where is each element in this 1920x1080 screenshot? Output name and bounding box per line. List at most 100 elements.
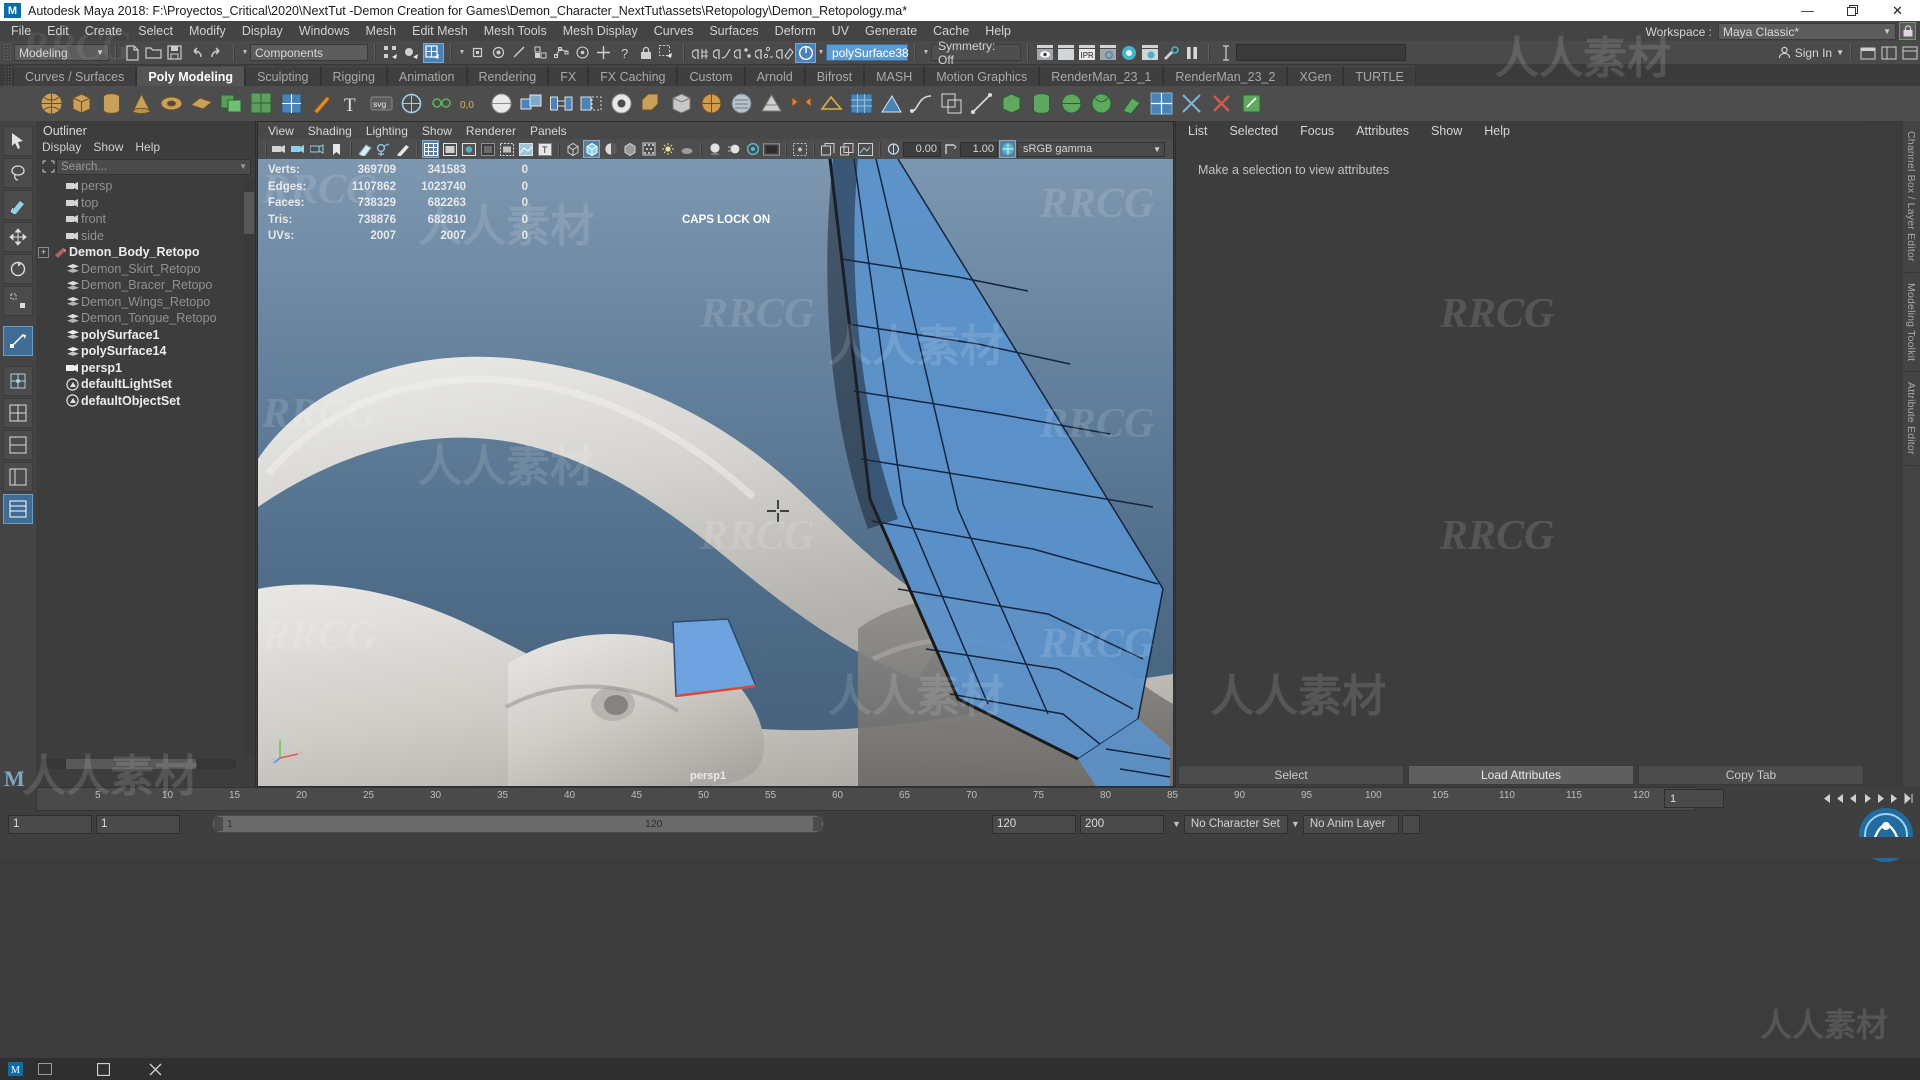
selection-mask-dropdown[interactable]: Components [250, 44, 368, 61]
character-set-dropdown[interactable]: No Character Set [1183, 814, 1288, 834]
outliner-row-side[interactable]: side [36, 228, 255, 245]
ae-menu-show[interactable]: Show [1431, 124, 1462, 138]
two-sided-lighting-icon[interactable] [678, 140, 695, 158]
menu-item-select[interactable]: Select [130, 21, 181, 41]
gamma-value-field[interactable]: 1.00 [960, 141, 998, 157]
polygon-booleans-icon[interactable] [217, 89, 245, 118]
character-set-arrow-icon[interactable]: ▼ [1172, 819, 1181, 829]
menu-item-file[interactable]: File [3, 21, 39, 41]
anim-layer-arrow-icon[interactable]: ▼ [1291, 819, 1300, 829]
outliner-row-persp1[interactable]: persp1 [36, 360, 255, 377]
lock-camera-icon[interactable] [290, 140, 307, 158]
curve-tool-icon[interactable] [907, 89, 935, 118]
poly-sphere-green-icon[interactable] [1057, 89, 1085, 118]
outliner-row-polysurface14[interactable]: polySurface14 [36, 343, 255, 360]
shadows-icon[interactable] [602, 140, 619, 158]
sign-in-button[interactable]: Sign In ▼ [1778, 46, 1844, 60]
sculpt-target-icon[interactable] [397, 89, 425, 118]
save-layout-button[interactable] [1878, 43, 1899, 63]
uv-editor-icon[interactable] [877, 89, 905, 118]
grab-viewport-icon[interactable] [857, 140, 874, 158]
remesh-icon[interactable] [727, 89, 755, 118]
snap-to-projected-center-button[interactable] [753, 43, 774, 63]
go-to-start-icon[interactable] [1819, 789, 1832, 807]
component-mask-arrow-icon[interactable]: ▼ [457, 49, 467, 56]
snap-mode-button[interactable] [3, 366, 33, 396]
outliner-menu-display[interactable]: Display [42, 140, 88, 154]
multi-cut-icon[interactable] [307, 89, 335, 118]
open-scene-button[interactable] [143, 43, 164, 63]
chevron-down-icon[interactable]: ▼ [239, 162, 247, 171]
outliner-row-demon-tongue-retopo[interactable]: Demon_Tongue_Retopo [36, 310, 255, 327]
restore-layout-button[interactable] [1899, 43, 1920, 63]
polygon-cone-icon[interactable] [127, 89, 155, 118]
outliner-row-demon-body-retopo[interactable]: + Demon_Body_Retopo [36, 244, 255, 261]
new-scene-button[interactable] [122, 43, 143, 63]
scale-tool-button[interactable] [3, 286, 33, 316]
outliner-search-input[interactable]: Search... ▼ [56, 158, 251, 175]
outliner-vertical-scroll-thumb[interactable] [244, 192, 254, 234]
selection-mask-arrow-icon[interactable]: ▼ [240, 49, 250, 56]
symmetry-arrow-icon[interactable]: ▼ [921, 49, 931, 56]
mask-hull-button[interactable] [530, 43, 551, 63]
redo-button[interactable] [206, 43, 227, 63]
menu-item-mesh-display[interactable]: Mesh Display [555, 21, 646, 41]
taskbar-secondary-icon[interactable] [30, 1058, 60, 1080]
quad-draw-tool-button[interactable] [3, 326, 33, 356]
workspace-lock-button[interactable] [1899, 22, 1916, 40]
render-setup-button[interactable] [1160, 43, 1181, 63]
menu-item-curves[interactable]: Curves [646, 21, 702, 41]
anti-alias-icon[interactable] [640, 140, 657, 158]
persp-graph-layout-button[interactable] [3, 494, 33, 524]
quad-draw-icon[interactable] [277, 89, 305, 118]
menu-item-generate[interactable]: Generate [857, 21, 925, 41]
hypershade-button[interactable] [1118, 43, 1139, 63]
shelf-tab-sculpting[interactable]: Sculpting [245, 66, 321, 86]
snap-options-arrow-icon[interactable]: ▼ [816, 49, 826, 56]
light-display-icon[interactable] [659, 140, 676, 158]
command-search-input[interactable] [1236, 44, 1406, 61]
shelf-grip[interactable] [4, 66, 13, 86]
depth-of-field-icon[interactable] [744, 140, 761, 158]
viewport-canvas[interactable]: Verts: 369709 341583 0 Edges: 1107862 10… [258, 159, 1173, 786]
shelf-tab-fx[interactable]: FX [548, 66, 589, 86]
light-shadow-sphere-icon[interactable] [706, 140, 723, 158]
flat-shade-icon[interactable] [479, 140, 496, 158]
polygon-torus-icon[interactable] [157, 89, 185, 118]
copy-view-icon[interactable] [838, 140, 855, 158]
image-plane-icon[interactable] [356, 140, 373, 158]
append-polygon-icon[interactable] [577, 89, 605, 118]
chamfer-icon[interactable] [667, 89, 695, 118]
select-button[interactable]: Select [1178, 765, 1404, 785]
shelf-tab-turtle[interactable]: TURTLE [1343, 66, 1416, 86]
command-line-bar[interactable] [0, 837, 1920, 858]
connect-tool-icon[interactable] [967, 89, 995, 118]
mask-pivot-button[interactable] [572, 43, 593, 63]
lock-selection-button[interactable] [635, 43, 656, 63]
shelf-tab-custom[interactable]: Custom [677, 66, 745, 86]
outliner-vertical-scrollbar[interactable] [244, 178, 254, 756]
save-scene-button[interactable] [164, 43, 185, 63]
ae-menu-help[interactable]: Help [1484, 124, 1510, 138]
exposure-icon[interactable] [885, 140, 902, 158]
select-tool-button[interactable] [3, 126, 33, 156]
outliner-row-defaultlightset[interactable]: defaultLightSet [36, 376, 255, 393]
ipr-render-button[interactable]: IPR [1076, 43, 1097, 63]
snap-to-curve-button[interactable] [711, 43, 732, 63]
outliner-menu-show[interactable]: Show [93, 140, 130, 154]
smooth-shade-all-icon[interactable] [441, 140, 458, 158]
taskbar-close-icon[interactable] [140, 1058, 170, 1080]
snap-to-grid-button[interactable] [690, 43, 711, 63]
exposure-value-field[interactable]: 0.00 [903, 141, 941, 157]
polygon-cube-icon[interactable] [67, 89, 95, 118]
mask-face-button[interactable] [509, 43, 530, 63]
auto-key-button[interactable] [1401, 814, 1420, 834]
shelf-tab-renderman-23-1[interactable]: RenderMan_23_1 [1039, 66, 1164, 86]
svg-import-icon[interactable]: svg [367, 89, 395, 118]
cut-faces-icon[interactable] [1177, 89, 1205, 118]
outliner-row-polysurface1[interactable]: polySurface1 [36, 327, 255, 344]
texture-display-icon[interactable] [517, 140, 534, 158]
bridge-icon[interactable] [547, 89, 575, 118]
outliner-row-defaultobjectset[interactable]: defaultObjectSet [36, 393, 255, 410]
ambient-occlusion-icon[interactable] [621, 140, 638, 158]
